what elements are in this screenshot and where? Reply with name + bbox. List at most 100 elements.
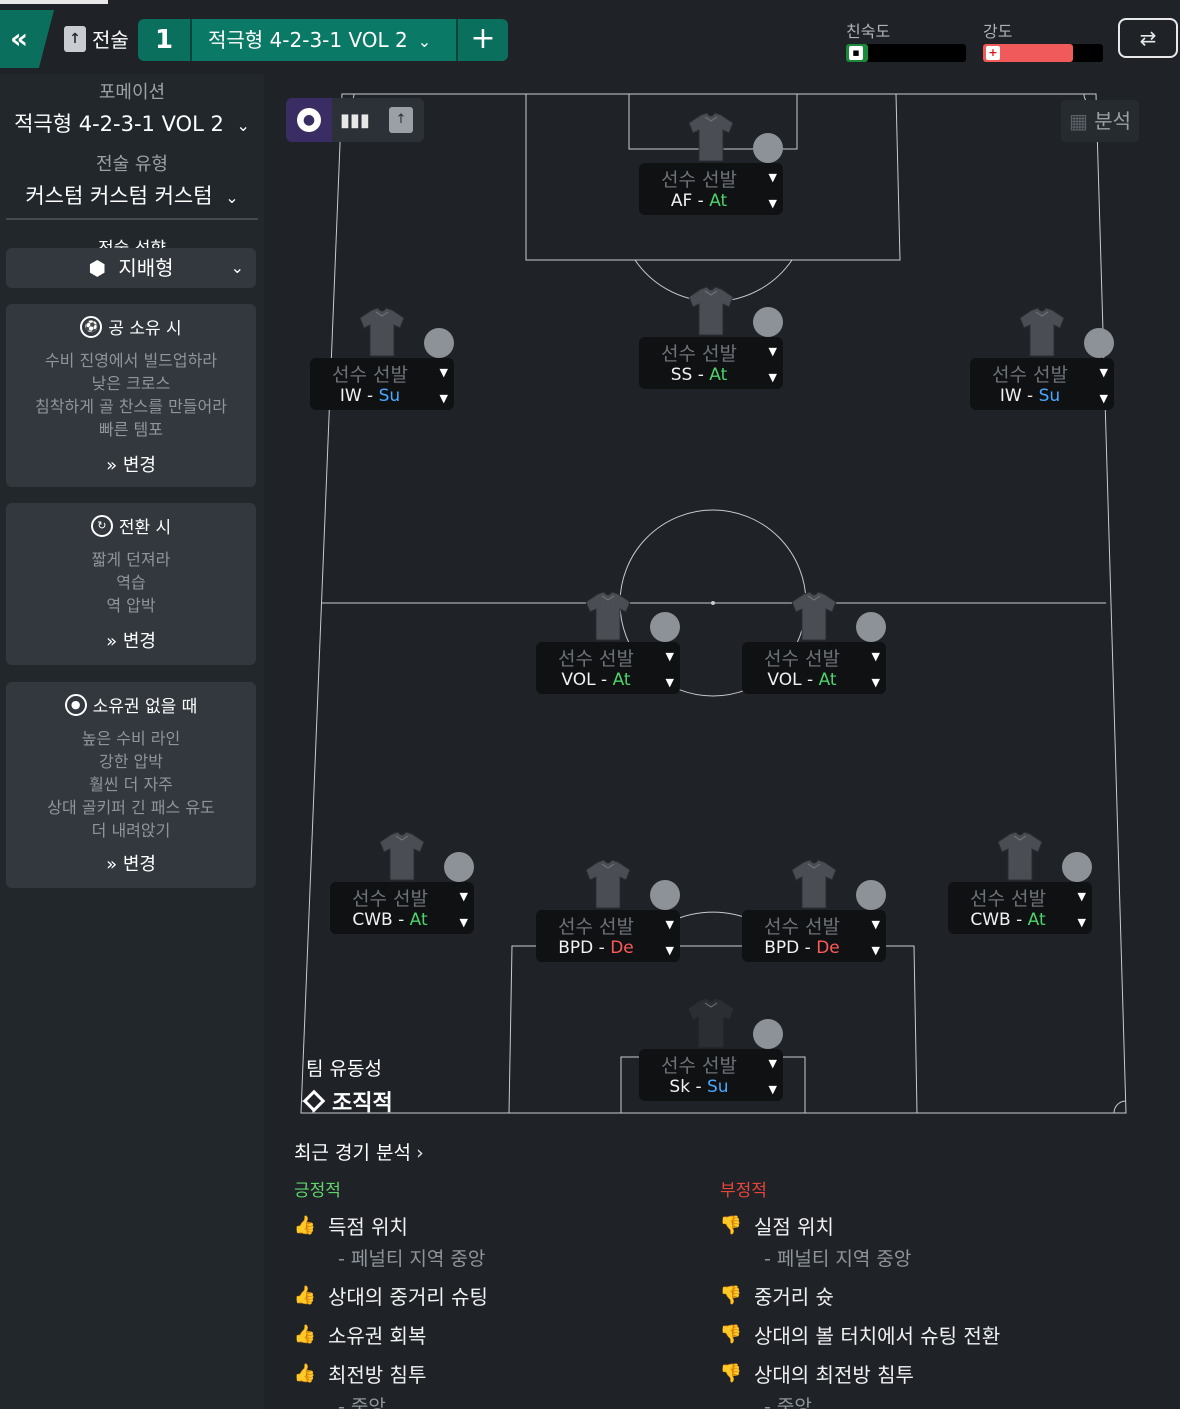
role-dropdown-arrow-icon[interactable]: ▼ — [872, 676, 880, 689]
role-selector[interactable]: 선수 선발 ▼ IW - Su ▼ — [310, 358, 454, 410]
player-slot-wbl[interactable]: 선수 선발 ▼ CWB - At ▼ — [330, 830, 474, 934]
role-selector[interactable]: 선수 선발 ▼ VOL - At ▼ — [536, 642, 680, 694]
tactics-tab[interactable]: ↑ 전술 — [64, 24, 129, 53]
player-name[interactable]: 선수 선발 — [639, 165, 759, 192]
role-duty[interactable]: AF - At — [639, 191, 759, 211]
out-of-possession-change-button[interactable]: » 변경 — [6, 850, 256, 876]
player-dropdown-arrow-icon[interactable]: ▼ — [460, 890, 468, 903]
role-selector[interactable]: 선수 선발 ▼ CWB - At ▼ — [330, 882, 474, 934]
player-name[interactable]: 선수 선발 — [948, 884, 1068, 911]
role-duty[interactable]: VOL - At — [742, 670, 862, 690]
in-possession-change-button[interactable]: » 변경 — [6, 451, 256, 477]
role-dropdown-arrow-icon[interactable]: ▼ — [440, 392, 448, 405]
player-dropdown-arrow-icon[interactable]: ▼ — [872, 650, 880, 663]
tactics-view-button[interactable]: ↑ — [378, 98, 424, 142]
role-selector[interactable]: 선수 선발 ▼ BPD - De ▼ — [536, 910, 680, 962]
role-selector[interactable]: 선수 선발 ▼ CWB - At ▼ — [948, 882, 1092, 934]
player-dropdown-arrow-icon[interactable]: ▼ — [666, 650, 674, 663]
player-slot-aml[interactable]: 선수 선발 ▼ IW - Su ▼ — [310, 306, 454, 410]
role-dropdown-arrow-icon[interactable]: ▼ — [769, 371, 777, 384]
role-duty[interactable]: CWB - At — [948, 910, 1068, 930]
role-dropdown-arrow-icon[interactable]: ▼ — [666, 944, 674, 957]
role-duty[interactable]: VOL - At — [536, 670, 656, 690]
mentality-value: 지배형 — [118, 256, 174, 280]
analysis-item-detail: - 페널티 지역 중앙 — [764, 1248, 912, 1270]
player-dropdown-arrow-icon[interactable]: ▼ — [1100, 366, 1108, 379]
player-slot-dcl[interactable]: 선수 선발 ▼ BPD - De ▼ — [536, 858, 680, 962]
player-name[interactable]: 선수 선발 — [536, 912, 656, 939]
role-selector[interactable]: 선수 선발 ▼ Sk - Su ▼ — [639, 1049, 783, 1101]
tactic-slot-dropdown[interactable]: 적극형 4-2-3-1 VOL 2 ⌄ — [190, 19, 456, 61]
role-dropdown-arrow-icon[interactable]: ▼ — [769, 197, 777, 210]
swap-button[interactable]: ⇄ — [1118, 18, 1178, 58]
intensity-meter[interactable]: 강도 + — [983, 18, 1103, 62]
out-of-possession-title-text: 소유권 없을 때 — [92, 697, 198, 717]
tactic-type-dropdown[interactable]: 커스텀 커스텀 커스텀 ⌄ — [0, 180, 264, 210]
in-transition-change-button[interactable]: » 변경 — [6, 627, 256, 653]
player-name[interactable]: 선수 선발 — [639, 339, 759, 366]
role-dropdown-arrow-icon[interactable]: ▼ — [1078, 916, 1086, 929]
out-of-possession-title: ● 소유권 없을 때 — [6, 692, 256, 717]
role-dropdown-arrow-icon[interactable]: ▼ — [1100, 392, 1108, 405]
player-dropdown-arrow-icon[interactable]: ▼ — [769, 345, 777, 358]
role-duty[interactable]: IW - Su — [310, 386, 430, 406]
analysis-item: 👎 실점 위치 - 페널티 지역 중앙 — [720, 1211, 1140, 1271]
player-slot-dmr[interactable]: 선수 선발 ▼ VOL - At ▼ — [742, 590, 886, 694]
role-selector[interactable]: 선수 선발 ▼ IW - Su ▼ — [970, 358, 1114, 410]
role-dropdown-arrow-icon[interactable]: ▼ — [872, 944, 880, 957]
familiarity-meter[interactable]: 친숙도 ▪ — [846, 18, 966, 62]
player-name[interactable]: 선수 선발 — [742, 912, 862, 939]
role-name: BPD — [558, 938, 594, 958]
player-dropdown-arrow-icon[interactable]: ▼ — [769, 171, 777, 184]
player-name[interactable]: 선수 선발 — [330, 884, 450, 911]
player-slot-dml[interactable]: 선수 선발 ▼ VOL - At ▼ — [536, 590, 680, 694]
role-duty[interactable]: SS - At — [639, 365, 759, 385]
role-duty[interactable]: CWB - At — [330, 910, 450, 930]
mentality-dropdown[interactable]: ⬢ 지배형 ⌄ — [6, 248, 256, 288]
duty-name: Su — [707, 1077, 729, 1097]
stats-view-button[interactable]: ▮▮▮ — [332, 98, 378, 142]
player-name[interactable]: 선수 선발 — [536, 644, 656, 671]
role-duty[interactable]: BPD - De — [536, 938, 656, 958]
player-slot-amr[interactable]: 선수 선발 ▼ IW - Su ▼ — [970, 306, 1114, 410]
in-transition-title-text: 전환 시 — [118, 518, 172, 538]
player-name[interactable]: 선수 선발 — [310, 360, 430, 387]
recent-match-analysis-link[interactable]: 최근 경기 분석 › — [294, 1138, 424, 1165]
player-name[interactable]: 선수 선발 — [639, 1051, 759, 1078]
player-dropdown-arrow-icon[interactable]: ▼ — [1078, 890, 1086, 903]
top-bar: « ↑ 전술 1 적극형 4-2-3-1 VOL 2 ⌄ + 친숙도 ▪ 강도 +… — [0, 0, 1180, 74]
analysis-button[interactable]: ▦ 분석 — [1061, 100, 1139, 142]
role-selector[interactable]: 선수 선발 ▼ VOL - At ▼ — [742, 642, 886, 694]
role-dropdown-arrow-icon[interactable]: ▼ — [460, 916, 468, 929]
add-tactic-button[interactable]: + — [456, 19, 508, 61]
role-duty[interactable]: IW - Su — [970, 386, 1090, 406]
role-selector[interactable]: 선수 선발 ▼ BPD - De ▼ — [742, 910, 886, 962]
player-slot-gk[interactable]: 선수 선발 ▼ Sk - Su ▼ — [639, 997, 783, 1101]
player-slot-am[interactable]: 선수 선발 ▼ SS - At ▼ — [639, 285, 783, 389]
formation-dropdown[interactable]: 적극형 4-2-3-1 VOL 2 ⌄ — [0, 108, 264, 138]
player-view-button[interactable]: ● — [286, 98, 332, 142]
player-name[interactable]: 선수 선발 — [970, 360, 1090, 387]
back-button[interactable]: « — [0, 10, 54, 68]
role-duty[interactable]: Sk - Su — [639, 1077, 759, 1097]
role-name: IW — [339, 386, 362, 406]
role-selector[interactable]: 선수 선발 ▼ AF - At ▼ — [639, 163, 783, 215]
tactic-slot-number[interactable]: 1 — [138, 19, 190, 61]
player-dropdown-arrow-icon[interactable]: ▼ — [440, 366, 448, 379]
player-dropdown-arrow-icon[interactable]: ▼ — [666, 918, 674, 931]
analysis-item-text: 실점 위치 — [754, 1215, 834, 1239]
role-name: Sk — [669, 1077, 691, 1097]
player-name[interactable]: 선수 선발 — [742, 644, 862, 671]
role-duty[interactable]: BPD - De — [742, 938, 862, 958]
role-name: VOL — [561, 670, 596, 690]
player-dropdown-arrow-icon[interactable]: ▼ — [769, 1057, 777, 1070]
role-dropdown-arrow-icon[interactable]: ▼ — [769, 1083, 777, 1096]
player-slot-wbr[interactable]: 선수 선발 ▼ CWB - At ▼ — [948, 830, 1092, 934]
team-mobility[interactable]: 팀 유동성 조직적 — [302, 1054, 393, 1117]
role-dropdown-arrow-icon[interactable]: ▼ — [666, 676, 674, 689]
duty-name: At — [709, 365, 728, 385]
player-dropdown-arrow-icon[interactable]: ▼ — [872, 918, 880, 931]
role-selector[interactable]: 선수 선발 ▼ SS - At ▼ — [639, 337, 783, 389]
player-slot-dcr[interactable]: 선수 선발 ▼ BPD - De ▼ — [742, 858, 886, 962]
player-slot-st[interactable]: 선수 선발 ▼ AF - At ▼ — [639, 111, 783, 215]
